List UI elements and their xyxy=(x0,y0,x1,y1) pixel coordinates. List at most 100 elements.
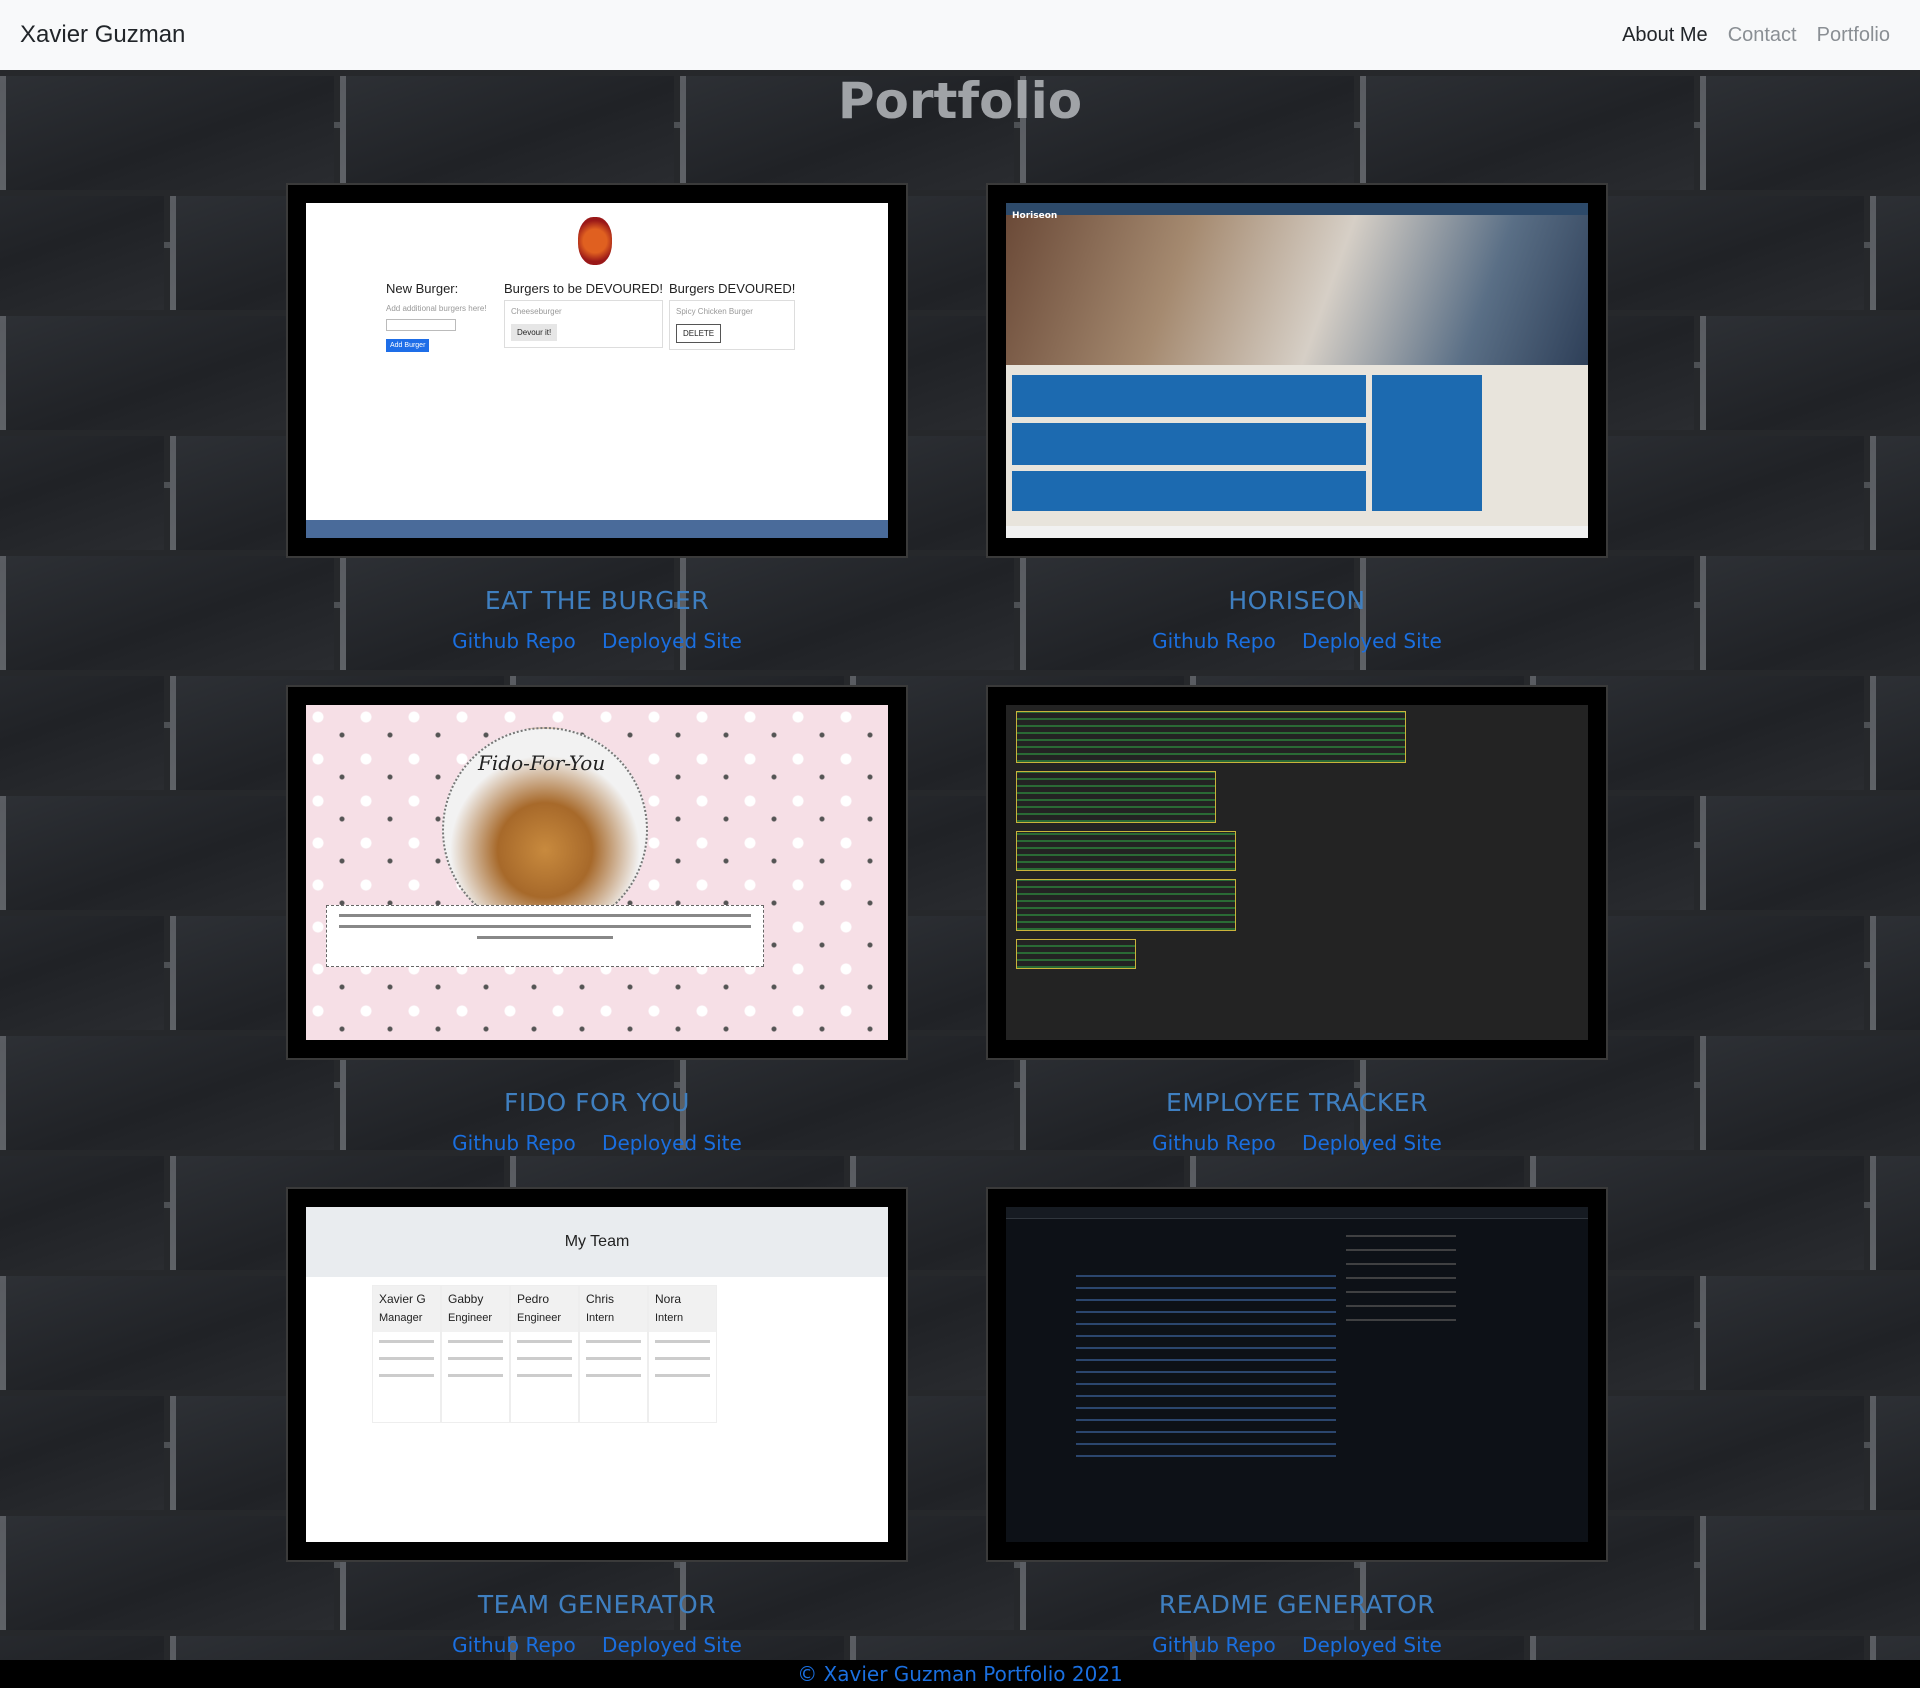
brick xyxy=(1870,1396,1920,1510)
project-title: HORISEON xyxy=(1228,586,1366,615)
project-screenshot-frame[interactable]: Fido-For-You xyxy=(286,685,908,1060)
shot-team-card-header: Pedro Engineer xyxy=(511,1286,578,1332)
shot-add-button: Add Burger xyxy=(386,339,430,352)
brick xyxy=(0,1156,164,1270)
page-title: Portfolio xyxy=(837,72,1083,130)
project-title: FIDO FOR YOU xyxy=(504,1088,690,1117)
shot-member-role: Intern xyxy=(655,1312,684,1324)
shot-item: Spicy Chicken Burger xyxy=(676,307,753,316)
shot-line xyxy=(655,1357,710,1360)
shot-team-card-body xyxy=(442,1332,509,1422)
shot-member-name: Chris xyxy=(586,1292,615,1306)
deployed-site-link[interactable]: Deployed Site xyxy=(1302,629,1442,653)
project-card-readme-generator: README GENERATOR Github Repo Deployed Si… xyxy=(986,1187,1608,1657)
brick xyxy=(0,436,164,550)
brick xyxy=(1870,196,1920,310)
shot-line xyxy=(448,1357,503,1360)
project-title: TEAM GENERATOR xyxy=(477,1590,717,1619)
shot-line xyxy=(379,1374,434,1377)
shot-team-card: Gabby Engineer xyxy=(441,1285,510,1423)
brick xyxy=(1700,1516,1920,1630)
nav-about-me[interactable]: About Me xyxy=(1612,24,1718,47)
github-repo-link[interactable]: Github Repo xyxy=(1152,1633,1276,1657)
shot-team-card-header: Chris Intern xyxy=(580,1286,647,1332)
github-repo-link[interactable]: Github Repo xyxy=(1152,629,1276,653)
shot-team-card-header: Gabby Engineer xyxy=(442,1286,509,1332)
deployed-site-link[interactable]: Deployed Site xyxy=(602,1131,742,1155)
new-burger-column: New Burger: Add additional burgers here!… xyxy=(386,281,487,352)
shot-team-card-body xyxy=(373,1332,440,1422)
brick xyxy=(1870,676,1920,790)
project-links: Github Repo Deployed Site xyxy=(286,1131,908,1155)
shot-panel xyxy=(1012,375,1366,417)
brick xyxy=(0,316,334,430)
shot-team-card: Xavier G Manager xyxy=(372,1285,441,1423)
deployed-site-link[interactable]: Deployed Site xyxy=(602,629,742,653)
shot-text-line xyxy=(339,925,751,928)
github-repo-link[interactable]: Github Repo xyxy=(452,629,576,653)
project-screenshot xyxy=(1006,1207,1588,1542)
devoured-column: Burgers DEVOURED! Spicy Chicken Burger D… xyxy=(669,281,796,350)
shot-sidebar-panel xyxy=(1372,375,1482,511)
shot-item: Cheeseburger xyxy=(511,307,562,316)
brick xyxy=(1700,1276,1920,1390)
brick xyxy=(1700,316,1920,430)
shot-line xyxy=(655,1374,710,1377)
footer-text: © Xavier Guzman Portfolio 2021 xyxy=(797,1662,1123,1686)
navbar: Xavier Guzman About Me Contact Portfolio xyxy=(0,0,1920,70)
brick xyxy=(1870,916,1920,1030)
project-screenshot-frame[interactable] xyxy=(986,685,1608,1060)
shot-member-role: Manager xyxy=(379,1312,423,1324)
shot-team-card: Chris Intern xyxy=(579,1285,648,1423)
shot-line xyxy=(517,1340,572,1343)
shot-brand: Fido-For-You xyxy=(478,751,606,775)
project-screenshot-frame[interactable]: Horiseon xyxy=(986,183,1608,558)
nav-portfolio[interactable]: Portfolio xyxy=(1807,24,1900,47)
shot-team-card: Pedro Engineer xyxy=(510,1285,579,1423)
project-screenshot-frame[interactable]: My Team Xavier G Manager Gabby Engineer xyxy=(286,1187,908,1562)
project-screenshot-frame[interactable] xyxy=(986,1187,1608,1562)
brick xyxy=(0,1516,334,1630)
shot-terminal-table xyxy=(1016,711,1406,763)
github-repo-link[interactable]: Github Repo xyxy=(452,1131,576,1155)
project-screenshot-frame[interactable]: New Burger: Add additional burgers here!… xyxy=(286,183,908,558)
brick xyxy=(1870,1156,1920,1270)
brick xyxy=(1870,1636,1920,1660)
brick xyxy=(0,916,164,1030)
project-links: Github Repo Deployed Site xyxy=(986,1633,1608,1657)
shot-line xyxy=(448,1340,503,1343)
shot-terminal-table xyxy=(1016,879,1236,931)
project-title: EAT THE BURGER xyxy=(484,586,710,615)
project-screenshot: My Team Xavier G Manager Gabby Engineer xyxy=(306,1207,888,1542)
navbar-brand[interactable]: Xavier Guzman xyxy=(20,21,185,49)
shot-team-cards: Xavier G Manager Gabby Engineer Pedro En… xyxy=(372,1285,717,1423)
project-screenshot: Horiseon xyxy=(1006,203,1588,538)
shot-line xyxy=(586,1340,641,1343)
nav-contact[interactable]: Contact xyxy=(1718,24,1807,47)
deployed-site-link[interactable]: Deployed Site xyxy=(602,1633,742,1657)
shot-line xyxy=(448,1374,503,1377)
shot-subtext: Add additional burgers here! xyxy=(386,304,487,313)
project-links: Github Repo Deployed Site xyxy=(986,1131,1608,1155)
to-devour-column: Burgers to be DEVOURED! Cheeseburger Dev… xyxy=(504,281,663,348)
brick xyxy=(0,1276,334,1390)
deployed-site-link[interactable]: Deployed Site xyxy=(1302,1633,1442,1657)
github-repo-link[interactable]: Github Repo xyxy=(452,1633,576,1657)
shot-heading: My Team xyxy=(306,1207,888,1277)
deployed-site-link[interactable]: Deployed Site xyxy=(1302,1131,1442,1155)
brick xyxy=(0,1396,164,1510)
shot-header xyxy=(1006,1207,1588,1219)
shot-heading: New Burger: xyxy=(386,281,459,296)
shot-line xyxy=(586,1374,641,1377)
shot-footer xyxy=(306,520,888,538)
shot-member-name: Nora xyxy=(655,1292,682,1306)
shot-terminal-table xyxy=(1016,939,1136,969)
project-links: Github Repo Deployed Site xyxy=(986,629,1608,653)
project-card-employee-tracker: EMPLOYEE TRACKER Github Repo Deployed Si… xyxy=(986,685,1608,1155)
github-repo-link[interactable]: Github Repo xyxy=(1152,1131,1276,1155)
footer: © Xavier Guzman Portfolio 2021 xyxy=(0,1660,1920,1688)
shot-team-card-header: Nora Intern xyxy=(649,1286,716,1332)
shot-line xyxy=(586,1357,641,1360)
nav-links: About Me Contact Portfolio xyxy=(1612,24,1900,47)
shot-terminal-table xyxy=(1016,831,1236,871)
